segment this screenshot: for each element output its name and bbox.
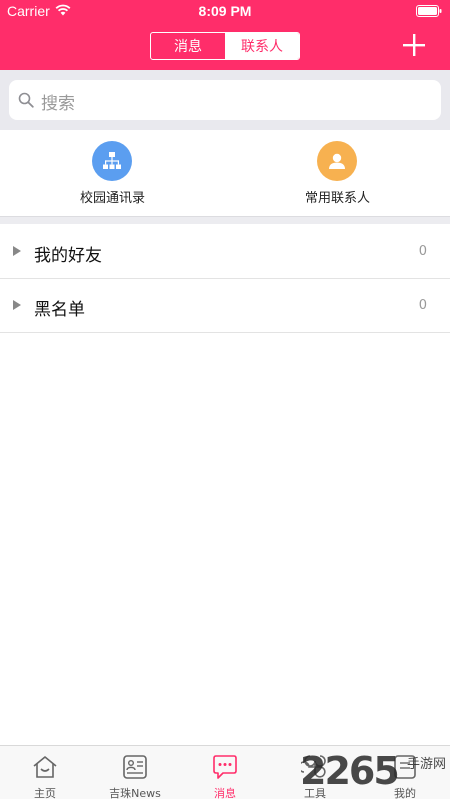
group-count: 0 [418,298,427,313]
group-row-blacklist[interactable]: 黑名单 0 [0,279,450,333]
tab-messages[interactable]: 消息 [151,33,225,59]
campus-directory-label: 校园通讯录 [79,191,145,206]
tab-label: 消息 [214,787,236,799]
status-bar: Carrier 8:09 PM [0,0,450,24]
tab-label: 主页 [34,787,56,799]
quick-links: 校园通讯录 常用联系人 [0,130,450,216]
home-icon [33,756,57,778]
tabbar-item-home[interactable]: 主页 [0,746,90,799]
person-icon [317,141,357,181]
nav-header: Carrier 8:09 PM 消息 联系人 [0,0,450,70]
org-chart-icon [92,141,132,181]
caret-right-icon [13,300,21,310]
watermark-logo: 2265 手游网 [300,747,450,797]
tab-label: 吉珠News [109,787,161,799]
caret-right-icon [13,246,21,256]
group-label: 我的好友 [34,246,102,266]
frequent-contacts-label: 常用联系人 [304,191,370,206]
plus-icon[interactable] [403,34,425,56]
chat-icon [213,755,237,779]
tabbar-item-messages[interactable]: 消息 [180,746,270,799]
search-input[interactable]: 搜索 [9,80,441,120]
tab-contacts-label: 联系人 [241,39,283,55]
watermark-number: 2265 [300,749,400,793]
watermark-domain: 手游网 [407,757,447,772]
battery-icon [416,5,442,17]
frequent-contacts-button[interactable]: 常用联系人 [225,130,450,216]
campus-directory-button[interactable]: 校园通讯录 [0,130,225,216]
section-divider [0,216,450,224]
group-row-friends[interactable]: 我的好友 0 [0,225,450,279]
tabbar-item-news[interactable]: 吉珠News [90,746,180,799]
segmented-control: 消息 联系人 [150,32,300,60]
group-label: 黑名单 [34,300,85,320]
search-placeholder: 搜索 [41,94,75,114]
tab-messages-label: 消息 [174,39,202,55]
search-icon [18,92,34,108]
group-count: 0 [418,244,427,259]
search-bar: 搜索 [0,70,450,130]
status-time: 8:09 PM [198,3,252,19]
tab-contacts[interactable]: 联系人 [225,33,299,59]
news-icon [123,755,147,779]
